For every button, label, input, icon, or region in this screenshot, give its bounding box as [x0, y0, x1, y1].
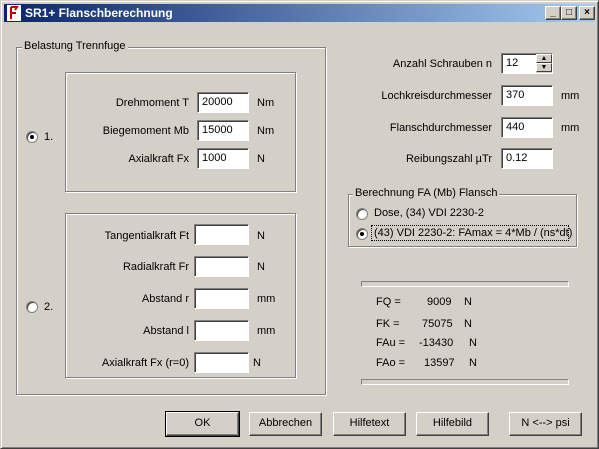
- abstand-r-unit: mm: [257, 293, 276, 305]
- results-top-separator: [361, 281, 569, 287]
- hilfetext-button[interactable]: Hilfetext: [333, 412, 406, 436]
- abstand-l-label: Abstand l: [143, 325, 189, 337]
- belastung-group-label: Belastung Trennfuge: [22, 40, 128, 52]
- axialkraft-r0-unit: N: [253, 357, 261, 369]
- schrauben-label: Anzahl Schrauben n: [392, 58, 492, 70]
- minimize-icon: _: [550, 7, 556, 18]
- abbrechen-button[interactable]: Abbrechen: [249, 412, 322, 436]
- berechnung-group-label: Berechnung FA (Mb) Flansch: [353, 187, 500, 199]
- dose-label: Dose, (34) VDI 2230-2: [374, 207, 485, 219]
- units-toggle-button[interactable]: N <--> psi: [509, 412, 582, 436]
- fq-value: 9009: [427, 296, 452, 308]
- drehmoment-label: Drehmoment T: [115, 97, 189, 109]
- option1-label: 1.: [44, 131, 54, 143]
- fau-name: FAu =: [376, 337, 406, 349]
- drehmoment-input[interactable]: 20000: [197, 92, 249, 113]
- flansch-dialog: SR1+ Flanschberechnung _ □ × Belastung T…: [0, 0, 599, 449]
- fk-unit: N: [464, 318, 472, 330]
- option2-radio[interactable]: [26, 301, 38, 313]
- ok-button[interactable]: OK: [165, 411, 240, 437]
- flansch-label: Flanschdurchmesser: [389, 122, 492, 134]
- fk-name: FK =: [376, 318, 400, 330]
- fau-unit: N: [469, 337, 477, 349]
- reibung-input[interactable]: 0.12: [501, 148, 553, 169]
- app-icon: [7, 5, 21, 21]
- biegemoment-unit: Nm: [257, 125, 275, 137]
- axialkraft-r0-input[interactable]: [194, 352, 249, 373]
- radialkraft-label: Radialkraft Fr: [122, 261, 189, 273]
- axialkraft-unit: N: [257, 153, 265, 165]
- abstand-l-input[interactable]: [194, 320, 249, 341]
- results-bottom-separator: [361, 379, 569, 385]
- fao-value: 13597: [424, 357, 455, 369]
- axialkraft-label: Axialkraft Fx: [128, 153, 189, 165]
- tangentialkraft-unit: N: [257, 230, 265, 242]
- maximize-icon: □: [565, 7, 573, 18]
- window-title: SR1+ Flanschberechnung: [25, 6, 173, 20]
- drehmoment-unit: Nm: [257, 97, 275, 109]
- tangentialkraft-label: Tangentialkraft Ft: [104, 230, 189, 242]
- axialkraft-r0-label: Axialkraft Fx (r=0): [101, 357, 189, 369]
- vdi-radio[interactable]: [356, 228, 368, 240]
- lochkreis-input[interactable]: 370: [501, 85, 553, 106]
- fau-value: -13430: [419, 337, 454, 349]
- hilfebild-button[interactable]: Hilfebild: [416, 412, 489, 436]
- reibung-label: Reibungszahl µTr: [405, 153, 492, 165]
- vdi-label: (43) VDI 2230-2: FAmax = 4*Mb / (ns*dt): [374, 227, 573, 239]
- option2-label: 2.: [44, 301, 54, 313]
- option1-radio[interactable]: [26, 131, 38, 143]
- dose-radio[interactable]: [356, 208, 368, 220]
- schrauben-spinner[interactable]: ▲ ▼: [536, 54, 552, 73]
- maximize-button[interactable]: □: [561, 6, 577, 20]
- radialkraft-unit: N: [257, 261, 265, 273]
- abstand-r-label: Abstand r: [141, 293, 189, 305]
- title-bar[interactable]: SR1+ Flanschberechnung _ □ ×: [4, 4, 595, 22]
- biegemoment-input[interactable]: 15000: [197, 120, 249, 141]
- lochkreis-label: Lochkreisdurchmesser: [381, 90, 492, 102]
- fao-unit: N: [469, 357, 477, 369]
- biegemoment-label: Biegemoment Mb: [102, 125, 189, 137]
- spin-down-icon[interactable]: ▼: [536, 63, 552, 72]
- minimize-button[interactable]: _: [545, 6, 561, 20]
- close-icon: ×: [584, 7, 590, 18]
- fao-name: FAo =: [376, 357, 406, 369]
- fk-value: 75075: [422, 318, 453, 330]
- flansch-input[interactable]: 440: [501, 117, 553, 138]
- axialkraft-input[interactable]: 1000: [197, 148, 249, 169]
- spin-up-icon[interactable]: ▲: [536, 54, 552, 63]
- fq-name: FQ =: [376, 296, 401, 308]
- close-button[interactable]: ×: [579, 6, 595, 20]
- flansch-unit: mm: [561, 122, 580, 134]
- fq-unit: N: [464, 296, 472, 308]
- lochkreis-unit: mm: [561, 90, 580, 102]
- abstand-r-input[interactable]: [194, 288, 249, 309]
- abstand-l-unit: mm: [257, 325, 276, 337]
- tangentialkraft-input[interactable]: [194, 224, 249, 245]
- radialkraft-input[interactable]: [194, 256, 249, 277]
